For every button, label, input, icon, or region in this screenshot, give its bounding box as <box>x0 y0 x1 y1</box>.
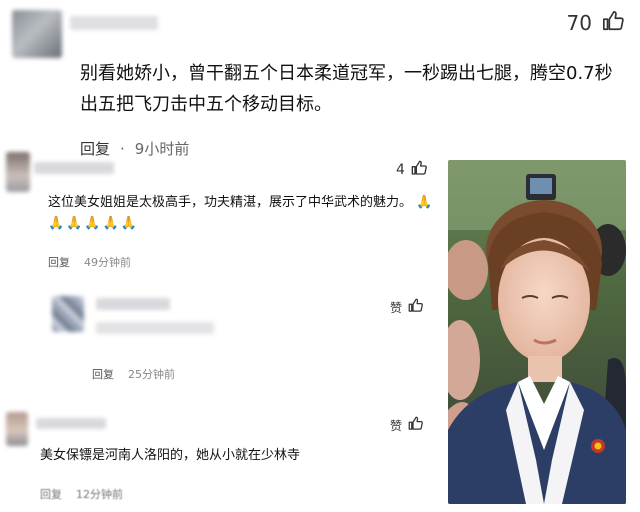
like-button[interactable]: 赞 <box>390 416 423 434</box>
timestamp: 49分钟前 <box>84 256 131 269</box>
like-label: 赞 <box>390 418 403 433</box>
avatar[interactable] <box>6 152 30 192</box>
comment-actions: 回复 · 9小时前 <box>80 138 189 159</box>
username-blurred[interactable] <box>36 418 106 429</box>
thumbs-up-icon <box>411 160 427 180</box>
like-count: 4 <box>396 162 405 178</box>
comment-actions: 回复 49分钟前 <box>48 254 131 270</box>
like-button[interactable]: 赞 <box>390 298 423 316</box>
like-label: 赞 <box>390 300 403 315</box>
timestamp: 25分钟前 <box>128 368 175 381</box>
reply-button[interactable]: 回复 <box>92 366 114 382</box>
like-button[interactable]: 4 <box>396 160 427 180</box>
comment-actions: 回复 12分钟前 <box>40 486 123 502</box>
like-button[interactable]: 70 <box>567 10 624 36</box>
timestamp: 9小时前 <box>134 140 190 158</box>
comment-body: 这位美女姐姐是太极高手，功夫精湛，展示了中华武术的魅力。 <box>48 195 413 210</box>
comment-actions: 回复 25分钟前 <box>92 366 175 382</box>
comment-text: 美女保镖是河南人洛阳的，她从小就在少林寺 <box>40 448 301 463</box>
separator: · <box>120 139 125 158</box>
like-count: 70 <box>566 11 592 35</box>
username-blurred[interactable] <box>70 16 158 30</box>
avatar[interactable] <box>6 412 28 446</box>
comment-text: 这位美女姐姐是太极高手，功夫精湛，展示了中华武术的魅力。 🙏🙏🙏🙏🙏🙏 <box>48 192 443 234</box>
thumbs-up-icon <box>408 298 423 316</box>
username-blurred[interactable] <box>34 162 114 174</box>
avatar[interactable] <box>52 296 84 332</box>
thumbs-up-icon <box>408 416 423 434</box>
reply-button[interactable]: 回复 <box>80 138 110 159</box>
photo-woman-bodyguard[interactable] <box>448 160 626 504</box>
timestamp: 12分钟前 <box>76 488 123 501</box>
thumbs-up-icon <box>602 10 624 36</box>
comment-text: 别看她娇小，曾干翻五个日本柔道冠军，一秒踢出七腿，腾空0.7秒出五把飞刀击中五个… <box>80 63 613 115</box>
reply-button[interactable]: 回复 <box>40 486 62 502</box>
reply-text-blurred <box>96 322 214 334</box>
reply-button[interactable]: 回复 <box>48 254 70 270</box>
avatar[interactable] <box>12 10 62 58</box>
username-blurred[interactable] <box>96 298 170 310</box>
